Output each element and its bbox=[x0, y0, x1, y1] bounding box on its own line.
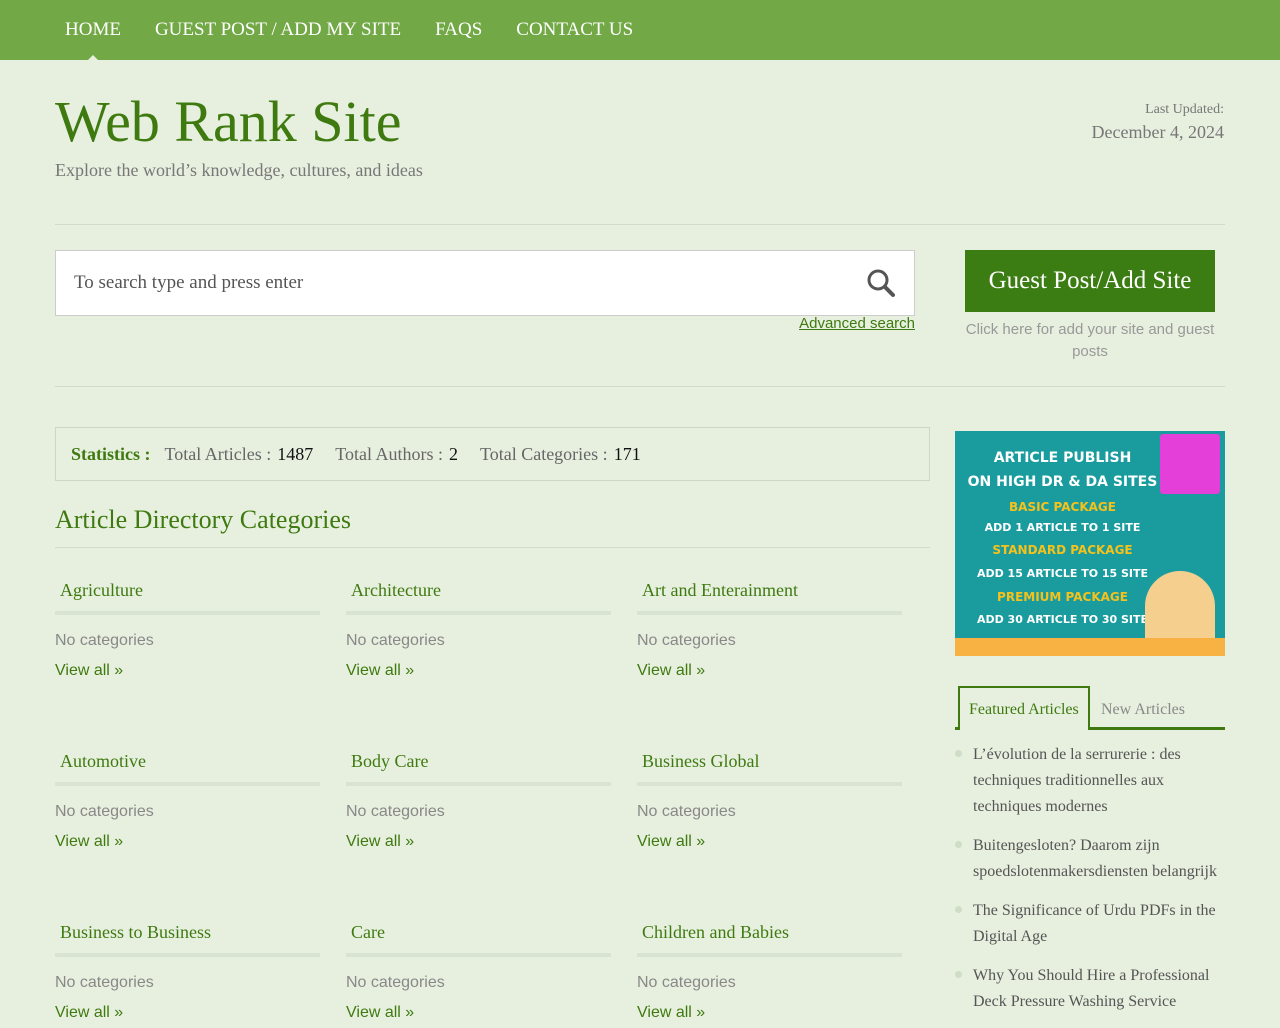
category-card: Care No categories View all » bbox=[346, 922, 611, 1022]
article-tabs: Featured Articles New Articles bbox=[955, 686, 1225, 730]
site-tagline: Explore the world’s knowledge, cultures,… bbox=[55, 160, 423, 180]
category-subtext: No categories bbox=[346, 632, 445, 649]
site-title[interactable]: Web Rank Site bbox=[55, 88, 402, 155]
category-name[interactable]: Care bbox=[346, 922, 611, 948]
category-card: Architecture No categories View all » bbox=[346, 580, 611, 680]
category-divider bbox=[346, 611, 611, 615]
ad-footer-strip bbox=[955, 638, 1225, 656]
category-divider bbox=[637, 782, 902, 786]
featured-articles-list: L’évolution de la serrurerie : des techn… bbox=[955, 742, 1225, 1028]
search-input[interactable] bbox=[74, 272, 866, 294]
category-divider bbox=[346, 953, 611, 957]
ad-line: BASIC PACKAGE bbox=[1009, 500, 1116, 514]
category-subtext: No categories bbox=[346, 803, 445, 820]
nav-home[interactable]: HOME bbox=[65, 0, 121, 60]
category-name[interactable]: Business to Business bbox=[55, 922, 320, 948]
category-card: Automotive No categories View all » bbox=[55, 751, 320, 851]
view-all-link[interactable]: View all » bbox=[55, 1004, 320, 1022]
view-all-link[interactable]: View all » bbox=[346, 1004, 611, 1022]
divider bbox=[55, 386, 1225, 387]
stats-label: Statistics : bbox=[71, 443, 151, 464]
category-subtext: No categories bbox=[55, 803, 154, 820]
authors-count: 2 bbox=[448, 443, 458, 464]
category-card: Art and Enterainment No categories View al… bbox=[637, 580, 902, 680]
category-divider bbox=[55, 953, 320, 957]
category-card: Body Care No categories View all » bbox=[346, 751, 611, 851]
view-all-link[interactable]: View all » bbox=[55, 662, 320, 680]
articles-label: Total Articles : bbox=[164, 443, 272, 464]
category-subtext: No categories bbox=[55, 632, 154, 649]
category-divider bbox=[346, 782, 611, 786]
list-item[interactable]: Why You Should Hire a Professional Deck … bbox=[955, 963, 1225, 1015]
list-item[interactable]: The Significance of Urdu PDFs in the Dig… bbox=[955, 898, 1225, 950]
ad-line: ADD 1 ARTICLE TO 1 SITE bbox=[984, 521, 1141, 534]
category-name[interactable]: Automotive bbox=[55, 751, 320, 777]
authors-label: Total Authors : bbox=[335, 443, 443, 464]
category-divider bbox=[637, 611, 902, 615]
category-divider bbox=[55, 611, 320, 615]
view-all-link[interactable]: View all » bbox=[346, 662, 611, 680]
ad-line: PREMIUM PACKAGE bbox=[997, 590, 1128, 604]
category-subtext: No categories bbox=[637, 803, 736, 820]
category-name[interactable]: Children and Babies bbox=[637, 922, 902, 948]
view-all-link[interactable]: View all » bbox=[637, 662, 902, 680]
section-title: Article Directory Categories bbox=[55, 505, 351, 534]
view-all-link[interactable]: View all » bbox=[637, 833, 902, 851]
category-card: Agriculture No categories View all » bbox=[55, 580, 320, 680]
category-name[interactable]: Business Global bbox=[637, 751, 902, 777]
advanced-search-link[interactable]: Advanced search bbox=[799, 315, 915, 332]
category-name[interactable]: Architecture bbox=[346, 580, 611, 606]
nav-faqs[interactable]: FAQS bbox=[435, 0, 482, 60]
category-subtext: No categories bbox=[55, 974, 154, 991]
last-updated-value: December 4, 2024 bbox=[1091, 122, 1224, 142]
divider bbox=[55, 224, 1225, 225]
statistics-bar: Statistics : Total Articles :1487 Total … bbox=[55, 427, 930, 481]
category-subtext: No categories bbox=[637, 974, 736, 991]
category-card: Children and Babies No categories View all… bbox=[637, 922, 902, 1022]
list-item[interactable]: Buitengesloten? Daarom zijn spoedslotenm… bbox=[955, 833, 1225, 885]
last-updated-label: Last Updated: bbox=[1145, 102, 1224, 117]
keyboard-illustration-icon bbox=[1160, 434, 1220, 494]
guest-post-subtext: Click here for add your site and guest p… bbox=[965, 321, 1215, 360]
category-subtext: No categories bbox=[346, 974, 445, 991]
nav-guest-post[interactable]: GUEST POST / ADD MY SITE bbox=[155, 0, 401, 60]
category-name[interactable]: Art and Enterainment bbox=[637, 580, 902, 606]
category-divider bbox=[637, 953, 902, 957]
tab-featured-articles[interactable]: Featured Articles bbox=[958, 686, 1090, 730]
category-card: Business Global No categories View all » bbox=[637, 751, 902, 851]
ad-line: ON HIGH DR & DA SITES bbox=[967, 474, 1158, 490]
category-divider bbox=[55, 782, 320, 786]
category-name[interactable]: Body Care bbox=[346, 751, 611, 777]
view-all-link[interactable]: View all » bbox=[637, 1004, 902, 1022]
list-item[interactable]: L’évolution de la serrurerie : des techn… bbox=[955, 742, 1225, 820]
divider bbox=[55, 547, 930, 548]
nav-contact[interactable]: CONTACT US bbox=[516, 0, 633, 60]
advertisement-banner[interactable]: ARTICLE PUBLISH ON HIGH DR & DA SITES BA… bbox=[955, 431, 1225, 656]
top-nav: HOME GUEST POST / ADD MY SITE FAQS CONTA… bbox=[0, 0, 1280, 60]
categories-count: 171 bbox=[613, 443, 641, 464]
search-icon[interactable] bbox=[866, 268, 896, 298]
categories-label: Total Categories : bbox=[479, 443, 608, 464]
view-all-link[interactable]: View all » bbox=[55, 833, 320, 851]
person-illustration-icon bbox=[1145, 571, 1215, 641]
ad-line: STANDARD PACKAGE bbox=[992, 543, 1133, 557]
guest-post-button[interactable]: Guest Post/Add Site bbox=[965, 250, 1215, 312]
view-all-link[interactable]: View all » bbox=[346, 833, 611, 851]
category-subtext: No categories bbox=[637, 632, 736, 649]
tab-new-articles[interactable]: New Articles bbox=[1101, 701, 1185, 719]
search-box bbox=[55, 250, 915, 316]
ad-line: ARTICLE PUBLISH bbox=[993, 450, 1132, 466]
category-name[interactable]: Agriculture bbox=[55, 580, 320, 606]
ad-line: ADD 15 ARTICLE TO 15 SITE bbox=[976, 567, 1149, 580]
category-card: Business to Business No categories View al… bbox=[55, 922, 320, 1022]
ad-line: ADD 30 ARTICLE TO 30 SITE bbox=[976, 613, 1149, 626]
articles-count: 1487 bbox=[277, 443, 314, 464]
